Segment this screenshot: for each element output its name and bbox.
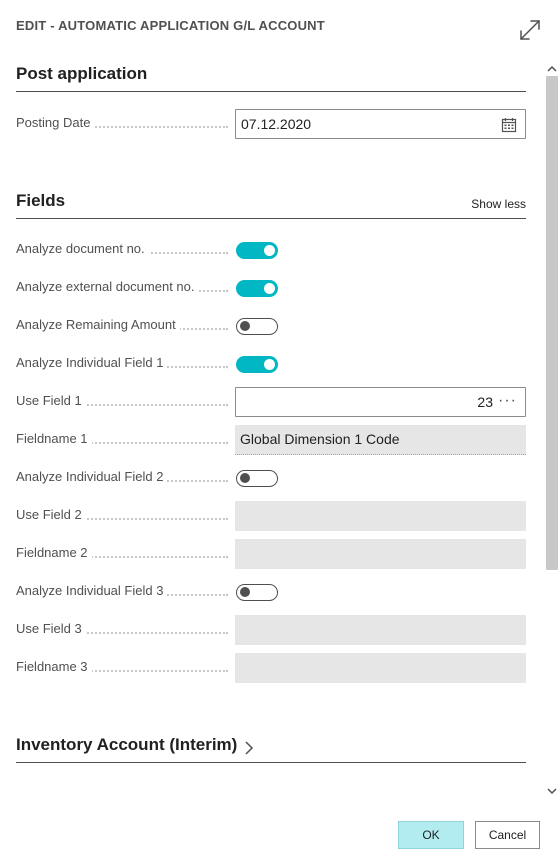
posting-date-row: Posting Date 07.12.2020: [16, 109, 526, 139]
posting-date-input[interactable]: 07.12.2020: [235, 109, 526, 139]
calendar-icon[interactable]: [501, 117, 517, 133]
field-label: Use Field 2: [16, 507, 86, 522]
toggle-knob: [240, 587, 250, 597]
toggle-knob: [240, 473, 250, 483]
section-title: Inventory Account (Interim): [16, 735, 238, 754]
analyze-individual-field-1-toggle[interactable]: [236, 356, 278, 373]
toggle-knob: [240, 321, 250, 331]
dialog-title: EDIT - AUTOMATIC APPLICATION G/L ACCOUNT: [16, 18, 325, 33]
lookup-ellipsis-icon[interactable]: ···: [498, 392, 517, 410]
scrollbar-thumb[interactable]: [546, 76, 558, 570]
field-label: Analyze Remaining Amount: [16, 317, 180, 332]
use-field-2-input: [235, 501, 526, 531]
posting-date-label: Posting Date: [16, 115, 95, 130]
chevron-right-icon[interactable]: [244, 741, 254, 755]
use-field-1-input[interactable]: 23 ···: [235, 387, 526, 417]
analyze-external-document-no-toggle[interactable]: [236, 280, 278, 297]
field-label: Analyze external document no.: [16, 279, 199, 294]
posting-date-value: 07.12.2020: [241, 116, 312, 132]
section-title: Fields: [16, 191, 66, 210]
fieldname-1-value: Global Dimension 1 Code: [240, 431, 400, 447]
section-header-post-application[interactable]: Post application: [16, 64, 526, 92]
field-label: Use Field 3: [16, 621, 86, 636]
analyze-external-document-no-row: Analyze external document no.: [16, 273, 526, 303]
analyze-individual-field-2-toggle[interactable]: [236, 470, 278, 487]
use-field-3-row: Use Field 3: [16, 615, 526, 645]
scroll-down-arrow-icon[interactable]: [547, 786, 557, 796]
field-label: Fieldname 3: [16, 659, 92, 674]
use-field-1-value: 23: [477, 394, 493, 410]
use-field-2-row: Use Field 2: [16, 501, 526, 531]
field-label: Analyze Individual Field 3: [16, 583, 168, 598]
field-label: Fieldname 2: [16, 545, 92, 560]
toggle-knob: [264, 283, 275, 294]
use-field-1-row: Use Field 1 23 ···: [16, 387, 526, 417]
section-header-fields[interactable]: Fields Show less: [16, 191, 526, 219]
expand-diagonal-icon[interactable]: [518, 18, 542, 42]
analyze-individual-field-3-toggle[interactable]: [236, 584, 278, 601]
toggle-knob: [264, 359, 275, 370]
show-less-link[interactable]: Show less: [471, 197, 526, 211]
use-field-3-input: [235, 615, 526, 645]
field-label: Analyze document no.: [16, 241, 149, 256]
dialog-content: Post application Posting Date 07.12.2020…: [0, 60, 544, 800]
analyze-individual-field-2-row: Analyze Individual Field 2: [16, 463, 526, 493]
analyze-remaining-amount-row: Analyze Remaining Amount: [16, 311, 526, 341]
field-label: Use Field 1: [16, 393, 86, 408]
fieldname-1-row: Fieldname 1 Global Dimension 1 Code: [16, 425, 526, 455]
field-label: Fieldname 1: [16, 431, 92, 446]
cancel-button[interactable]: Cancel: [475, 821, 540, 849]
vertical-scrollbar[interactable]: [544, 62, 560, 800]
fieldname-2-field: [235, 539, 526, 569]
fieldname-3-field: [235, 653, 526, 683]
analyze-individual-field-3-row: Analyze Individual Field 3: [16, 577, 526, 607]
field-label: Analyze Individual Field 1: [16, 355, 168, 370]
field-label: Analyze Individual Field 2: [16, 469, 168, 484]
ok-button[interactable]: OK: [398, 821, 464, 849]
section-title: Post application: [16, 64, 148, 83]
fieldname-2-row: Fieldname 2: [16, 539, 526, 569]
toggle-knob: [264, 245, 275, 256]
fieldname-1-field: Global Dimension 1 Code: [235, 425, 526, 455]
section-header-inventory-account[interactable]: Inventory Account (Interim): [16, 735, 526, 763]
analyze-individual-field-1-row: Analyze Individual Field 1: [16, 349, 526, 379]
analyze-remaining-amount-toggle[interactable]: [236, 318, 278, 335]
fieldname-3-row: Fieldname 3: [16, 653, 526, 683]
analyze-document-no-toggle[interactable]: [236, 242, 278, 259]
analyze-document-no-row: Analyze document no.: [16, 235, 526, 265]
scroll-up-arrow-icon[interactable]: [547, 64, 557, 74]
